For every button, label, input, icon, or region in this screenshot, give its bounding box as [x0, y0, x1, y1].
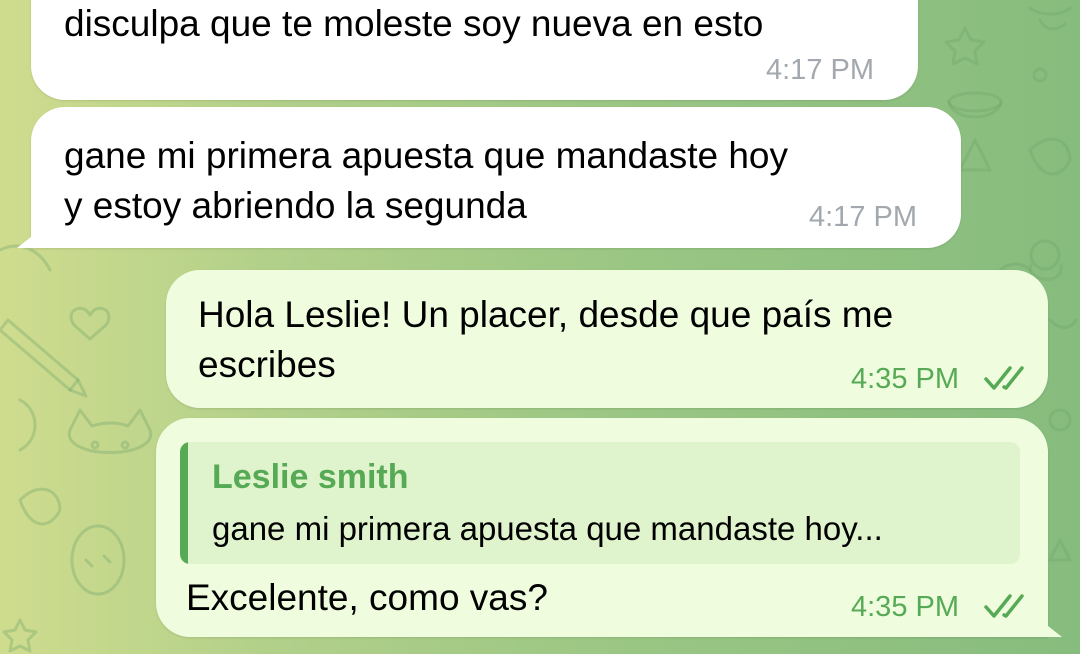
message-timestamp: 4:35 PM	[851, 363, 959, 395]
double-check-icon	[984, 594, 1024, 618]
double-check-icon	[984, 366, 1024, 390]
message-text-line-1: Hola Leslie! Un placer, desde que país m…	[198, 294, 894, 335]
incoming-message-bubble[interactable]: gane mi primera apuesta que mandaste hoy…	[17, 107, 961, 248]
message-text: disculpa que te moleste soy nueva en est…	[64, 3, 764, 44]
message-timestamp: 4:35 PM	[851, 591, 959, 623]
message-text: Excelente, como vas?	[186, 577, 548, 618]
incoming-message-bubble[interactable]: disculpa que te moleste soy nueva en est…	[31, 0, 918, 100]
reply-snippet: gane mi primera apuesta que mandaste hoy…	[212, 510, 883, 547]
reply-quote[interactable]: Leslie smith gane mi primera apuesta que…	[180, 442, 1020, 564]
reply-sender-name: Leslie smith	[212, 458, 409, 496]
chat-screen: { "colors": { "incoming_bubble": "#fffff…	[0, 0, 1080, 654]
bubble-tail	[1034, 615, 1062, 637]
outgoing-reply-message-bubble[interactable]: Leslie smith gane mi primera apuesta que…	[156, 418, 1062, 637]
message-timestamp: 4:17 PM	[809, 201, 917, 233]
reply-quote-bar	[180, 442, 188, 564]
outgoing-message-bubble[interactable]: Hola Leslie! Un placer, desde que país m…	[166, 270, 1048, 408]
message-text-line-2: y estoy abriendo la segunda	[64, 185, 527, 226]
message-text-line-1: gane mi primera apuesta que mandaste hoy	[64, 135, 788, 176]
message-timestamp: 4:17 PM	[766, 54, 874, 86]
message-text-line-2: escribes	[198, 344, 336, 385]
bubble-tail	[17, 226, 45, 248]
